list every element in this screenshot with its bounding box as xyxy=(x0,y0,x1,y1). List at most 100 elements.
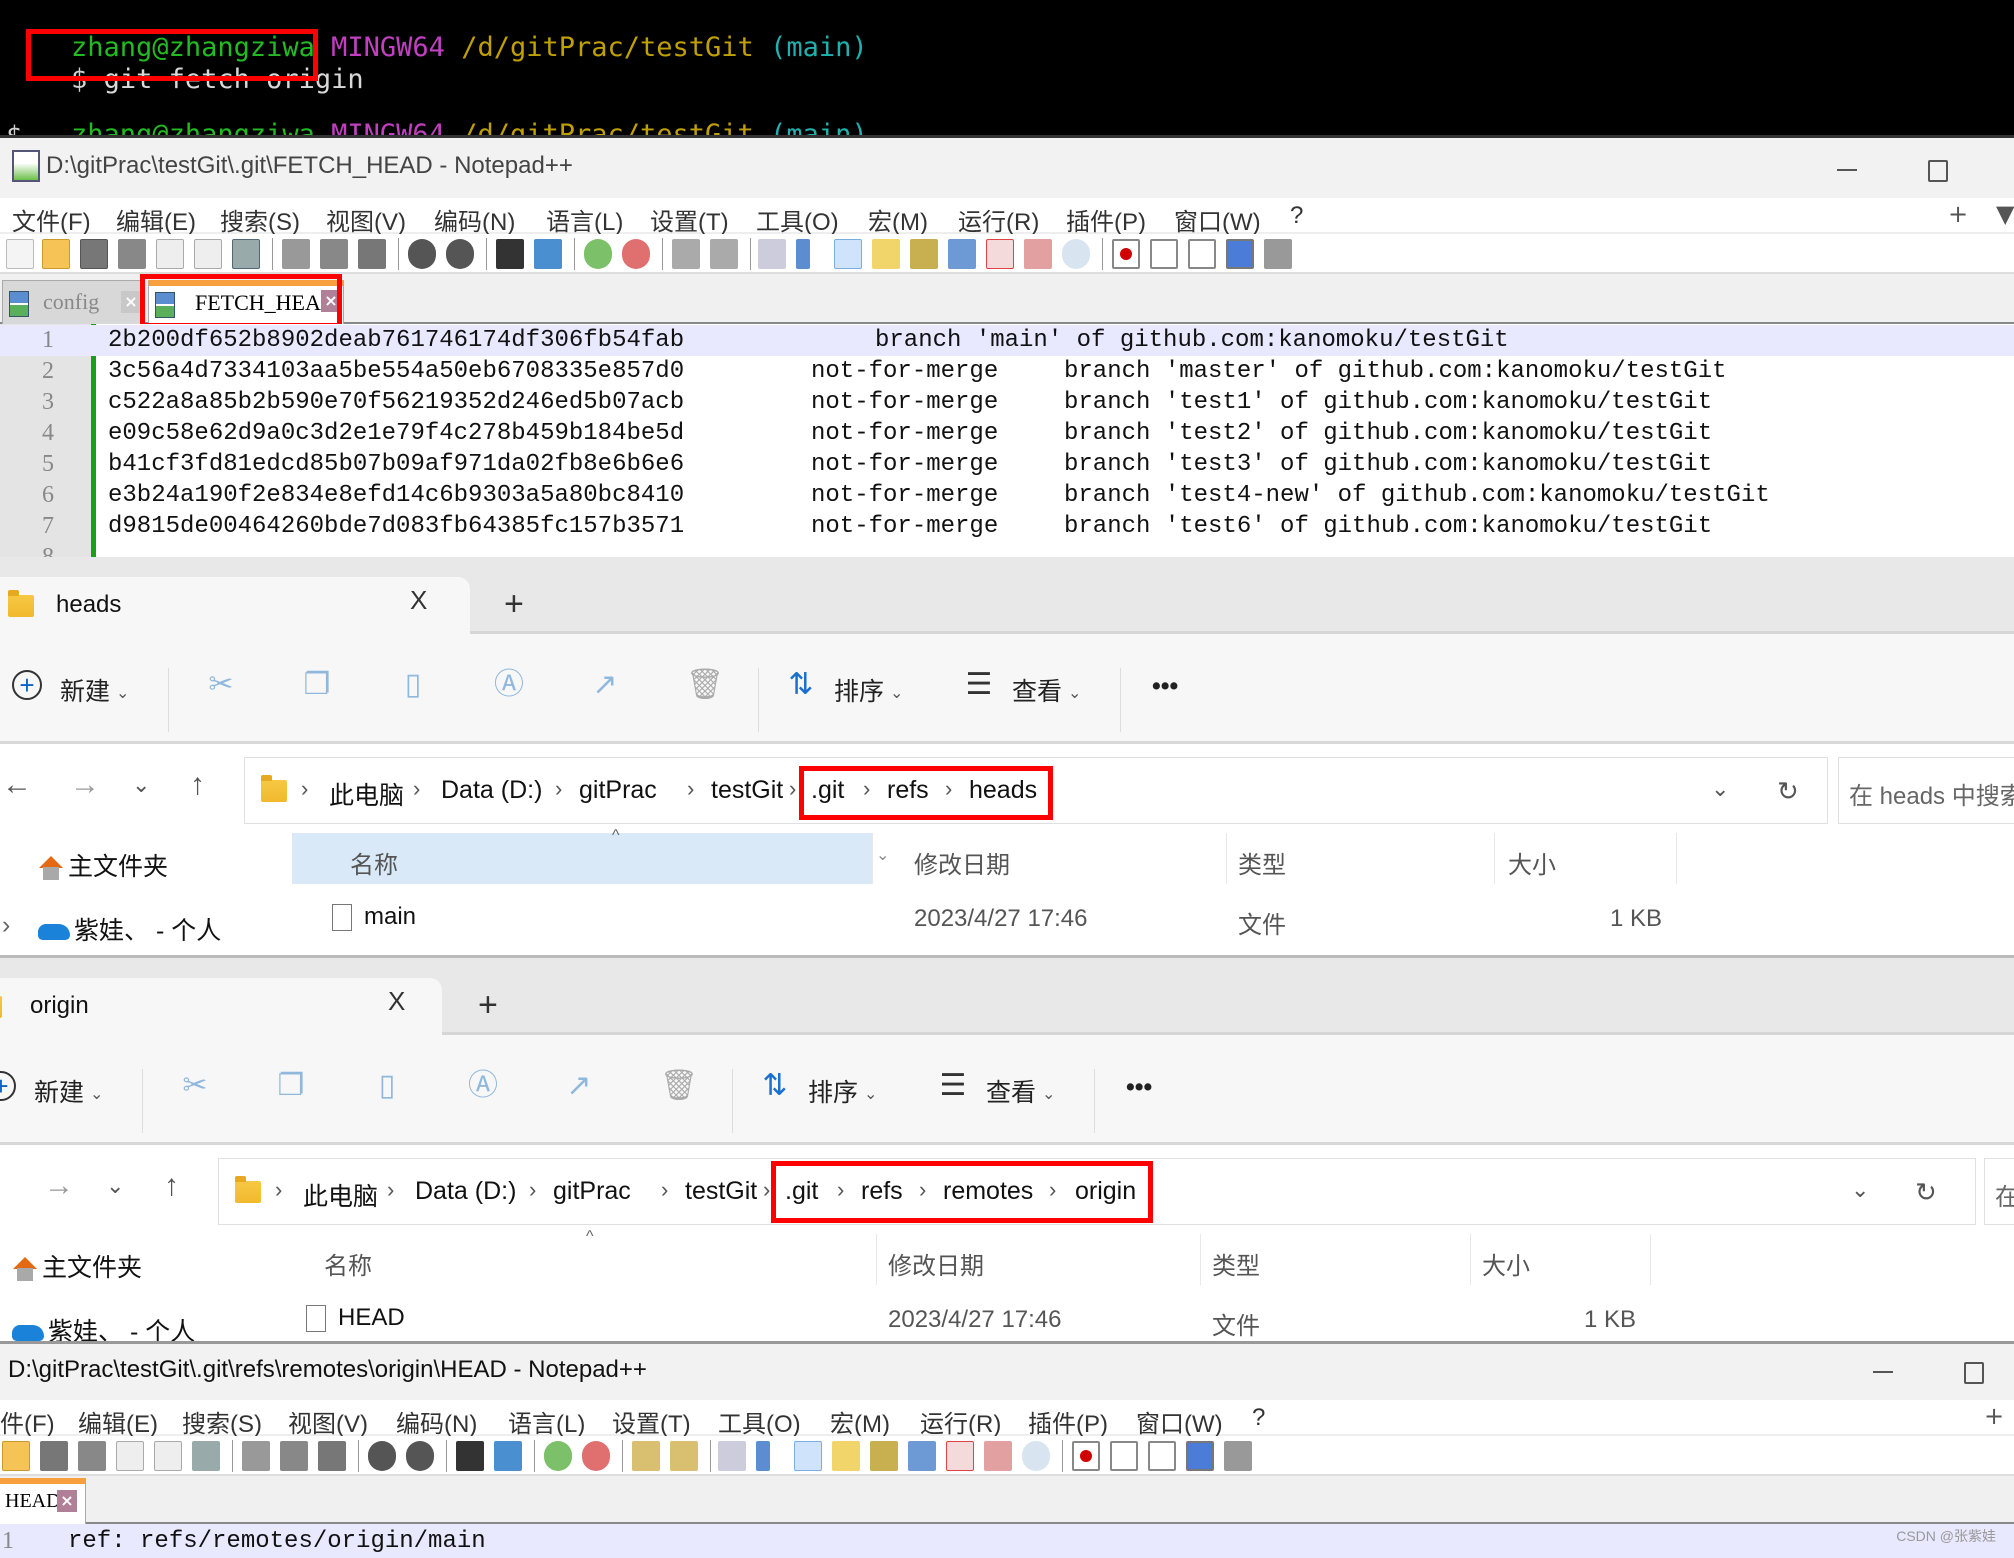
refresh-icon[interactable]: ↻ xyxy=(1915,1177,1937,1208)
menu-search[interactable]: 搜索(S) xyxy=(182,1404,262,1439)
menu-plugins[interactable]: 插件(P) xyxy=(1028,1404,1108,1439)
column-divider[interactable] xyxy=(1676,833,1677,884)
breadcrumb-refs[interactable]: refs xyxy=(861,1177,903,1206)
monitoring-icon[interactable] xyxy=(946,1441,974,1471)
zoom-in-icon[interactable] xyxy=(584,239,612,269)
menu-run[interactable]: 运行(R) xyxy=(920,1404,1001,1439)
open-file-icon[interactable] xyxy=(2,1441,30,1471)
column-divider[interactable] xyxy=(1226,833,1227,884)
back-arrow-icon[interactable]: ← xyxy=(2,768,32,802)
zoom-out-icon[interactable] xyxy=(622,239,650,269)
indent-guide-icon[interactable] xyxy=(794,1441,822,1471)
copy-icon[interactable] xyxy=(320,239,348,269)
paste-icon[interactable] xyxy=(358,239,386,269)
delete-trash-icon[interactable]: 🗑 xyxy=(686,668,724,702)
menu-file[interactable]: 件(F) xyxy=(0,1404,55,1439)
breadcrumb-remotes[interactable]: remotes xyxy=(943,1177,1033,1206)
save-all-icon[interactable] xyxy=(78,1441,106,1471)
paste-icon[interactable] xyxy=(318,1441,346,1471)
cut-icon[interactable] xyxy=(242,1441,270,1471)
print-icon[interactable] xyxy=(192,1441,220,1471)
paste-icon[interactable]: ▯ xyxy=(398,668,428,702)
word-wrap-icon[interactable] xyxy=(718,1441,746,1471)
menu-encoding[interactable]: 编码(N) xyxy=(434,202,515,237)
maximize-button[interactable] xyxy=(1922,154,1952,184)
cut-icon[interactable]: ✂ xyxy=(206,668,236,702)
folder-as-workspace-icon[interactable] xyxy=(908,1441,936,1471)
column-filter-chevron-icon[interactable]: ⌄ xyxy=(876,845,889,865)
print-icon[interactable] xyxy=(232,239,260,269)
menu-tools[interactable]: 工具(O) xyxy=(718,1404,801,1439)
recent-locations-chevron-icon[interactable]: ⌄ xyxy=(106,1173,124,1199)
menu-macro[interactable]: 宏(M) xyxy=(830,1404,890,1439)
new-tab-plus-button[interactable]: + xyxy=(1984,1402,2004,1430)
copy-icon[interactable]: ❐ xyxy=(302,668,332,702)
menu-window[interactable]: 窗口(W) xyxy=(1174,202,1261,237)
sync-vertical-icon[interactable] xyxy=(672,239,700,269)
view-button[interactable]: 查看 ⌄ xyxy=(986,1073,1055,1109)
nav-onedrive[interactable]: 紫娃、 - 个人 xyxy=(12,1312,195,1341)
menu-window[interactable]: 窗口(W) xyxy=(1136,1404,1223,1439)
share-icon[interactable]: ↗ xyxy=(564,1069,594,1103)
document-map-icon[interactable] xyxy=(872,239,900,269)
menu-help[interactable]: ? xyxy=(1290,202,1303,230)
forward-arrow-icon[interactable]: → xyxy=(44,1169,74,1203)
tab-list-dropdown-button[interactable]: ▼ xyxy=(1996,200,2014,228)
explorer-tab-origin[interactable]: origin X xyxy=(0,978,442,1038)
paste-icon[interactable]: ▯ xyxy=(372,1069,402,1103)
menu-settings[interactable]: 设置(T) xyxy=(650,202,729,237)
eye-icon[interactable] xyxy=(1062,239,1090,269)
new-button[interactable]: 新建 ⌄ xyxy=(60,672,129,708)
zoom-out-icon[interactable] xyxy=(582,1441,610,1471)
function-list-icon[interactable] xyxy=(910,239,938,269)
copy-icon[interactable]: ❐ xyxy=(276,1069,306,1103)
breadcrumb-testgit[interactable]: testGit xyxy=(685,1177,757,1206)
stop-macro-icon[interactable] xyxy=(1150,239,1178,269)
nav-home-folder[interactable]: 主文件夹 xyxy=(38,847,168,883)
save-icon[interactable] xyxy=(40,1441,68,1471)
more-options-button[interactable]: ••• xyxy=(1152,672,1178,701)
column-divider[interactable] xyxy=(1470,1234,1471,1285)
close-tab-icon[interactable]: × xyxy=(321,290,341,312)
forward-arrow-icon[interactable]: → xyxy=(70,768,100,802)
find-icon[interactable] xyxy=(496,239,524,269)
column-header-size[interactable]: 大小 xyxy=(1508,833,1668,884)
menu-encoding[interactable]: 编码(N) xyxy=(396,1404,477,1439)
open-file-icon[interactable] xyxy=(42,239,70,269)
record-macro-icon[interactable] xyxy=(1112,239,1140,269)
breadcrumb-git[interactable]: .git xyxy=(785,1177,818,1206)
editor-area[interactable]: 1 ref: refs/remotes/origin/main xyxy=(0,1524,2014,1558)
menu-help[interactable]: ? xyxy=(1252,1404,1265,1432)
new-tab-button[interactable]: + xyxy=(478,986,498,1025)
zoom-in-icon[interactable] xyxy=(544,1441,572,1471)
project-panel-icon[interactable] xyxy=(984,1441,1012,1471)
new-file-icon[interactable] xyxy=(6,239,34,269)
recent-locations-chevron-icon[interactable]: ⌄ xyxy=(132,772,150,798)
menu-edit[interactable]: 编辑(E) xyxy=(116,202,196,237)
play-multiple-macro-icon[interactable] xyxy=(1186,1441,1214,1471)
close-file-icon[interactable] xyxy=(116,1441,144,1471)
menu-plugins[interactable]: 插件(P) xyxy=(1066,202,1146,237)
rename-icon[interactable]: Ⓐ xyxy=(468,1069,498,1103)
close-tab-icon[interactable]: × xyxy=(121,291,141,313)
breadcrumb-heads[interactable]: heads xyxy=(969,776,1037,805)
tab-fetch-head[interactable]: FETCH_HEAD × xyxy=(148,280,344,324)
breadcrumb-refs[interactable]: refs xyxy=(887,776,929,805)
breadcrumb-this-pc[interactable]: 此电脑 xyxy=(303,1177,378,1213)
breadcrumb-this-pc[interactable]: 此电脑 xyxy=(329,776,404,812)
play-macro-icon[interactable] xyxy=(1148,1441,1176,1471)
monitoring-icon[interactable] xyxy=(986,239,1014,269)
nav-home-folder[interactable]: 主文件夹 xyxy=(12,1248,142,1284)
column-divider[interactable] xyxy=(872,833,873,884)
address-bar[interactable]: › 此电脑 › Data (D:) › gitPrac › testGit › … xyxy=(244,757,1828,824)
sort-button[interactable]: 排序 ⌄ xyxy=(834,672,903,708)
editor-area[interactable]: 1 2b200df652b8902deab761746174df306fb54fa… xyxy=(0,324,2014,557)
menu-language[interactable]: 语言(L) xyxy=(546,202,623,237)
new-tab-button[interactable]: + xyxy=(504,585,524,624)
cut-icon[interactable] xyxy=(282,239,310,269)
rename-icon[interactable]: Ⓐ xyxy=(494,668,524,702)
address-history-chevron-icon[interactable]: ⌄ xyxy=(1711,776,1729,802)
column-header-date[interactable]: 修改日期 xyxy=(888,1234,1198,1285)
sync-horizontal-icon[interactable] xyxy=(670,1441,698,1471)
maximize-button[interactable] xyxy=(1958,1356,1988,1386)
